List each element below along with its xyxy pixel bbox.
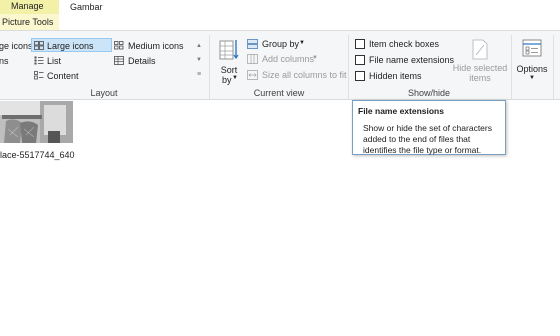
tooltip-body: Show or hide the set of characters added… [363, 123, 492, 155]
options-button[interactable]: Options ▼ [513, 36, 551, 86]
item-check-boxes-checkbox[interactable] [355, 39, 365, 49]
tooltip-file-name-extensions: File name extensions Show or hide the se… [352, 100, 506, 155]
group-by-label: Group by [262, 39, 300, 49]
sort-by-icon [219, 40, 239, 60]
gallery-more-button[interactable]: ≡ [195, 68, 203, 82]
layout-item-content-label: Content [47, 71, 79, 81]
hide-selected-items-label-line2: items [469, 73, 491, 83]
group-divider [553, 35, 554, 99]
add-columns-label: Add columns [262, 54, 315, 64]
size-all-columns-label: Size all columns to fit [262, 70, 347, 80]
hide-selected-items-button[interactable]: Hide selected items [452, 37, 508, 87]
item-check-boxes-label: Item check boxes [369, 39, 440, 49]
item-check-boxes-toggle[interactable]: Item check boxes [354, 38, 454, 51]
sort-by-label-line2: by [222, 75, 232, 85]
ribbon-panel: ge icons ns Large icons Medium icons Lis… [0, 30, 560, 100]
chevron-down-icon: ▼ [312, 55, 318, 61]
current-view-group-label: Current view [253, 88, 305, 98]
details-icon [114, 56, 124, 65]
group-by-button[interactable]: Group by ▼ [246, 38, 336, 51]
large-icons-icon [34, 41, 44, 50]
layout-item-list-partial[interactable]: ns [0, 56, 9, 66]
layout-item-list[interactable]: List [31, 53, 112, 67]
options-label: Options [516, 64, 548, 74]
tab-manage-label: Manage [11, 1, 44, 11]
hidden-items-checkbox[interactable] [355, 71, 365, 81]
group-divider [511, 35, 512, 99]
context-band-picture-tools: Picture Tools [0, 14, 59, 30]
medium-icons-icon [114, 41, 124, 50]
hidden-items-toggle[interactable]: Hidden items [354, 70, 454, 83]
add-columns-icon [247, 54, 258, 64]
layout-item-details-label: Details [128, 56, 156, 66]
tooltip-title: File name extensions [358, 106, 444, 116]
photo-thumbnail-image [0, 101, 73, 143]
chevron-down-icon: ▼ [529, 75, 535, 81]
file-name-label[interactable]: lace-5517744_640 [0, 150, 75, 160]
layout-item-content[interactable]: Content [31, 68, 112, 82]
file-name-extensions-label: File name extensions [369, 55, 455, 65]
layout-item-large-icons-partial[interactable]: ge icons [0, 41, 33, 51]
hide-selected-items-label-line1: Hide selected [452, 63, 508, 73]
layout-item-medium-icons-label: Medium icons [128, 41, 184, 51]
layout-item-medium-icons[interactable]: Medium icons [113, 38, 193, 52]
gallery-scroll-up-button[interactable]: ▲ [195, 39, 203, 53]
group-by-icon [247, 39, 258, 49]
sort-by-label-line1: Sort [220, 65, 238, 75]
file-name-extensions-toggle[interactable]: File name extensions [354, 54, 454, 67]
list-icon [34, 56, 44, 65]
size-columns-icon [247, 70, 258, 80]
options-icon [522, 39, 542, 57]
layout-item-large-icons[interactable]: Large icons [31, 38, 112, 52]
size-all-columns-button[interactable]: Size all columns to fit [246, 69, 347, 82]
layout-item-large-icons-label: Large icons [47, 41, 94, 51]
gallery-scroll-down-button[interactable]: ▼ [195, 53, 203, 67]
content-icon [34, 71, 44, 80]
sort-by-button[interactable]: Sort by ▼ [215, 36, 243, 86]
layout-group-label: Layout [90, 88, 118, 98]
picture-tools-label: Picture Tools [2, 17, 54, 27]
hidden-items-label: Hidden items [369, 71, 422, 81]
hide-selected-items-icon [472, 39, 488, 60]
add-columns-button[interactable]: Add columns ▼ [246, 53, 336, 66]
chevron-down-icon: ▼ [299, 40, 305, 46]
ribbon-tab-strip: Manage Picture Tools Gambar [0, 0, 560, 30]
show-hide-group-label: Show/hide [407, 88, 451, 98]
tab-manage[interactable]: Manage [0, 0, 59, 14]
tab-gambar[interactable]: Gambar [70, 2, 103, 12]
chevron-down-icon: ▼ [232, 75, 238, 81]
file-thumbnail[interactable] [0, 101, 73, 143]
file-name-extensions-checkbox[interactable] [355, 55, 365, 65]
layout-item-details[interactable]: Details [113, 53, 193, 67]
layout-item-list-label: List [47, 56, 62, 66]
